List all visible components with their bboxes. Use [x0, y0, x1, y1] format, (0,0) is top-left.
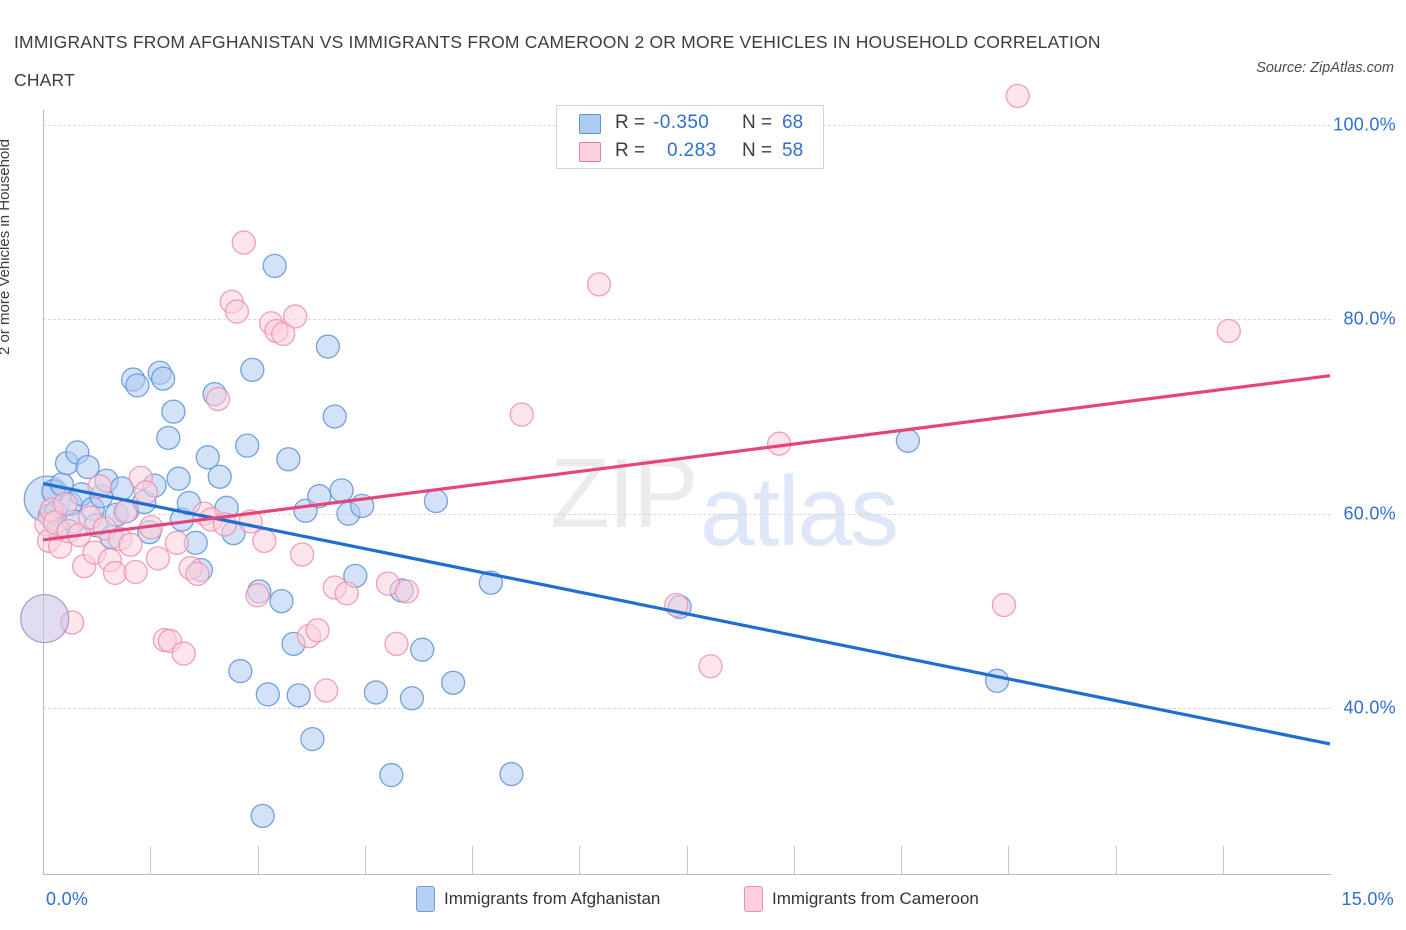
- legend-label-afghanistan: Immigrants from Afghanistan: [444, 889, 661, 908]
- data-point: [1005, 83, 1030, 108]
- data-point: [313, 678, 339, 703]
- data-point: [252, 528, 277, 554]
- data-point: [329, 478, 354, 503]
- data-point: [228, 658, 253, 684]
- data-point: [240, 357, 265, 383]
- data-point: [991, 592, 1017, 618]
- data-point: [300, 726, 325, 752]
- stats-row-afghanistan: R = -0.350 N = 68: [557, 110, 823, 139]
- legend-item-cameroon[interactable]: Immigrants from Cameroon: [744, 884, 979, 914]
- data-point: [53, 491, 78, 517]
- data-point: [113, 499, 138, 524]
- data-point: [164, 530, 189, 555]
- data-point: [185, 561, 210, 587]
- data-point: [224, 299, 250, 324]
- data-point: [440, 670, 466, 695]
- data-point: [123, 559, 148, 585]
- stats-swatch-pink-icon: [579, 142, 601, 162]
- data-point: [410, 637, 435, 662]
- data-point: [363, 680, 389, 705]
- stats-n-value-2: 58: [782, 140, 804, 161]
- stats-row-cameroon: R = 0.283 N = 58: [557, 138, 823, 167]
- stats-swatch-blue-icon: [579, 114, 601, 134]
- data-point: [245, 583, 270, 608]
- series-legend: Immigrants from Afghanistan Immigrants f…: [0, 884, 1406, 920]
- data-point: [289, 542, 315, 567]
- data-point: [262, 253, 287, 279]
- data-point: [698, 654, 723, 679]
- stats-n-label-1: N =: [742, 112, 773, 133]
- data-point: [1216, 318, 1241, 344]
- correlation-stats-box: R = -0.350 N = 68 R = 0.283 N = 58: [556, 105, 824, 169]
- legend-item-afghanistan[interactable]: Immigrants from Afghanistan: [416, 884, 660, 914]
- stats-n-value-1: 68: [782, 112, 804, 133]
- data-point: [145, 546, 171, 571]
- data-point-large: [20, 593, 70, 644]
- data-point: [984, 668, 1010, 693]
- stats-r-value-1: -0.350: [653, 112, 710, 133]
- data-point: [283, 304, 308, 329]
- data-point: [399, 686, 425, 711]
- stats-n-label-2: N =: [742, 140, 773, 161]
- trendline-afghanistan: [42, 481, 1331, 746]
- data-point: [509, 402, 534, 427]
- data-point: [150, 366, 176, 391]
- data-point: [315, 334, 341, 359]
- data-point: [235, 433, 260, 458]
- data-point: [161, 399, 186, 424]
- data-point: [207, 464, 232, 489]
- data-point: [250, 803, 275, 829]
- stats-r-value-2: 0.283: [667, 140, 717, 161]
- data-point: [276, 447, 301, 472]
- data-point: [384, 631, 409, 657]
- data-point: [118, 532, 143, 557]
- data-point: [255, 682, 280, 707]
- data-point: [269, 588, 294, 614]
- data-point: [102, 560, 128, 586]
- data-point: [166, 466, 191, 491]
- data-point: [499, 761, 524, 787]
- data-point: [156, 425, 181, 451]
- legend-swatch-afghanistan-icon: [416, 886, 435, 912]
- data-point: [305, 618, 330, 643]
- data-point: [394, 579, 419, 604]
- data-point: [133, 480, 159, 505]
- data-point: [231, 230, 256, 255]
- stats-r-label-2: R =: [615, 140, 646, 161]
- stats-r-label-1: R =: [615, 112, 646, 133]
- data-point: [171, 641, 196, 666]
- data-point: [586, 272, 612, 297]
- data-point: [125, 373, 150, 398]
- trendline-cameroon: [42, 374, 1331, 542]
- series-cameroon: [34, 83, 1241, 703]
- data-point: [379, 762, 404, 788]
- data-point: [423, 488, 449, 514]
- data-point: [205, 386, 231, 412]
- data-point: [895, 428, 921, 453]
- data-point: [334, 581, 359, 606]
- legend-swatch-cameroon-icon: [744, 886, 763, 912]
- data-point: [286, 683, 311, 708]
- data-point: [322, 404, 347, 429]
- legend-label-cameroon: Immigrants from Cameroon: [772, 889, 979, 908]
